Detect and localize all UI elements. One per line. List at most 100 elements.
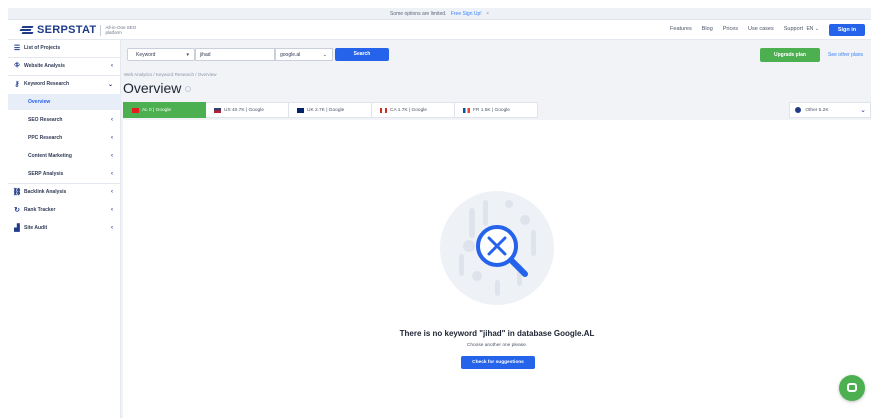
chevron-down-icon: ⌄ xyxy=(814,26,819,32)
sidebar-item-label: SERP Analysis xyxy=(28,171,64,177)
chat-widget-button[interactable] xyxy=(839,375,865,401)
chevron-left-icon: ‹ xyxy=(111,117,113,123)
free-signup-link[interactable]: Free Sign Up! xyxy=(451,11,482,17)
other-databases-select[interactable]: Other 5.2K ⌄ xyxy=(789,102,871,118)
chevron-left-icon: ‹ xyxy=(111,225,113,231)
nav-support[interactable]: Support xyxy=(784,26,803,32)
sidebar-item-content-marketing[interactable]: Content Marketing ‹ xyxy=(8,148,121,164)
empty-state-title: There is no keyword "jihad" in database … xyxy=(399,329,595,338)
key-icon: ⚷ xyxy=(14,81,20,88)
sidebar-item-label: Backlink Analysis xyxy=(24,189,67,195)
upgrade-plan-button[interactable]: Upgrade plan xyxy=(760,48,820,62)
refresh-icon: ↻ xyxy=(14,207,20,214)
sidebar-item-label: List of Projects xyxy=(24,45,61,51)
chevron-left-icon: ‹ xyxy=(111,63,113,69)
serpstat-logo[interactable]: SERPSTAT All-in-One SEO platform xyxy=(19,24,137,36)
page-title: Overview xyxy=(123,80,182,96)
search-toolbar: Keyword ▾ jihad google.al ⌄ Search Upgra… xyxy=(121,40,871,68)
sidebar-item-label: Rank Tracker xyxy=(24,207,56,213)
nav-use-cases[interactable]: Use cases xyxy=(748,26,774,32)
chevron-down-icon: ⌄ xyxy=(860,107,866,114)
sidebar-item-seo-research[interactable]: SEO Research ‹ xyxy=(8,112,121,128)
chevron-left-icon: ‹ xyxy=(111,207,113,213)
sign-in-button[interactable]: Sign in xyxy=(829,24,865,36)
tab-fr-google[interactable]: FR 1.5K | Google xyxy=(455,102,538,118)
chevron-down-icon: ⌄ xyxy=(107,81,113,88)
search-mode-select[interactable]: Keyword ▾ xyxy=(127,48,195,61)
sidebar-item-backlink-analysis[interactable]: ⛓ Backlink Analysis ‹ xyxy=(8,184,121,200)
bar-chart-icon: ▟ xyxy=(14,225,20,232)
sidebar-item-keyword-research[interactable]: ⚷ Keyword Research ⌄ xyxy=(8,76,121,92)
chevron-left-icon: ‹ xyxy=(111,189,113,195)
empty-state-panel: There is no keyword "jihad" in database … xyxy=(123,120,871,418)
nav-features[interactable]: Features xyxy=(670,26,692,32)
sidebar-item-label: Keyword Research xyxy=(24,81,70,87)
globe-icon xyxy=(795,106,801,113)
main-area: Keyword ▾ jihad google.al ⌄ Search Upgra… xyxy=(121,40,871,418)
sidebar-item-ppc-research[interactable]: PPC Research ‹ xyxy=(8,130,121,146)
sidebar-item-label: Site Audit xyxy=(24,225,48,231)
tab-label: US 40.7K | Google xyxy=(224,107,264,113)
close-notice-icon[interactable]: × xyxy=(486,11,489,17)
empty-state-subtitle: Choose another one please. xyxy=(466,343,528,348)
language-label: EN xyxy=(806,26,814,32)
tab-ca-google[interactable]: CA 1.7K | Google xyxy=(372,102,455,118)
tab-uk-google[interactable]: UK 2.7K | Google xyxy=(289,102,372,118)
logo-text: SERPSTAT xyxy=(37,24,97,36)
header-nav: Features Blog Prices Use cases Support xyxy=(670,26,803,32)
flag-us-icon xyxy=(214,107,221,113)
chat-bubble-icon xyxy=(847,383,857,392)
nav-blog[interactable]: Blog xyxy=(702,26,713,32)
sidebar-item-label: SEO Research xyxy=(28,117,63,123)
language-selector[interactable]: EN ⌄ xyxy=(806,26,819,32)
logo-tagline: All-in-One SEO platform xyxy=(105,25,137,35)
logo-mark-icon xyxy=(19,25,34,35)
limit-notice-bar: Some options are limited. Free Sign Up! … xyxy=(8,8,871,20)
sidebar-item-site-audit[interactable]: ▟ Site Audit ‹ xyxy=(8,220,121,236)
database-value: google.al xyxy=(280,52,301,58)
sidebar-item-overview[interactable]: Overview xyxy=(8,94,121,110)
database-select[interactable]: google.al ⌄ xyxy=(275,48,333,61)
nav-prices[interactable]: Prices xyxy=(723,26,738,32)
keyword-input[interactable]: jihad xyxy=(195,48,275,61)
tab-us-google[interactable]: US 40.7K | Google xyxy=(206,102,289,118)
chevron-left-icon: ‹ xyxy=(111,135,113,141)
chevron-left-icon: ‹ xyxy=(111,171,113,177)
tab-label: AL 0 | Google xyxy=(142,107,172,113)
search-mode-value: Keyword xyxy=(136,52,156,58)
other-databases-label: Other 5.2K xyxy=(805,108,829,113)
see-other-plans-link[interactable]: See other plans xyxy=(828,52,863,58)
sidebar-item-serp-analysis[interactable]: SERP Analysis ‹ xyxy=(8,166,121,182)
app-header: SERPSTAT All-in-One SEO platform Feature… xyxy=(8,20,871,40)
logo-separator xyxy=(100,24,102,36)
info-icon[interactable] xyxy=(185,86,191,92)
search-button[interactable]: Search xyxy=(335,48,389,61)
chevron-left-icon: ‹ xyxy=(111,153,113,159)
sidebar-item-label: Overview xyxy=(28,99,51,105)
flag-uk-icon xyxy=(297,107,304,113)
link-icon: ⛓ xyxy=(12,189,22,196)
sidebar-item-rank-tracker[interactable]: ↻ Rank Tracker ‹ xyxy=(8,202,121,218)
sidebar: ☰ List of Projects ⛗ Website Analysis ‹ … xyxy=(8,40,121,418)
tab-label: CA 1.7K | Google xyxy=(390,107,427,113)
tab-label: UK 2.7K | Google xyxy=(307,107,345,113)
sidebar-item-projects[interactable]: ☰ List of Projects xyxy=(8,40,121,56)
sidebar-item-label: PPC Research xyxy=(28,135,63,141)
sidebar-item-label: Content Marketing xyxy=(28,153,72,159)
flag-fr-icon xyxy=(463,107,470,113)
chevron-down-icon: ▾ xyxy=(186,52,189,58)
flag-al-icon xyxy=(132,107,139,113)
tab-al-google[interactable]: AL 0 | Google xyxy=(123,102,206,118)
check-suggestions-button[interactable]: Check for suggestions xyxy=(461,356,535,369)
website-analysis-icon: ⛗ xyxy=(14,62,20,69)
sidebar-item-website-analysis[interactable]: ⛗ Website Analysis ‹ xyxy=(8,58,121,74)
database-tabs: AL 0 | Google US 40.7K | Google UK 2.7K … xyxy=(123,102,538,118)
no-results-illustration xyxy=(440,191,554,305)
breadcrumb[interactable]: Web Analytics / Keyword Research / Overv… xyxy=(124,72,216,77)
tab-label: FR 1.5K | Google xyxy=(473,107,510,113)
chevron-down-icon: ⌄ xyxy=(322,52,327,58)
limit-notice-text: Some options are limited. xyxy=(390,11,447,17)
sidebar-item-label: Website Analysis xyxy=(24,63,65,69)
flag-ca-icon xyxy=(380,107,387,113)
list-icon: ☰ xyxy=(13,45,21,52)
